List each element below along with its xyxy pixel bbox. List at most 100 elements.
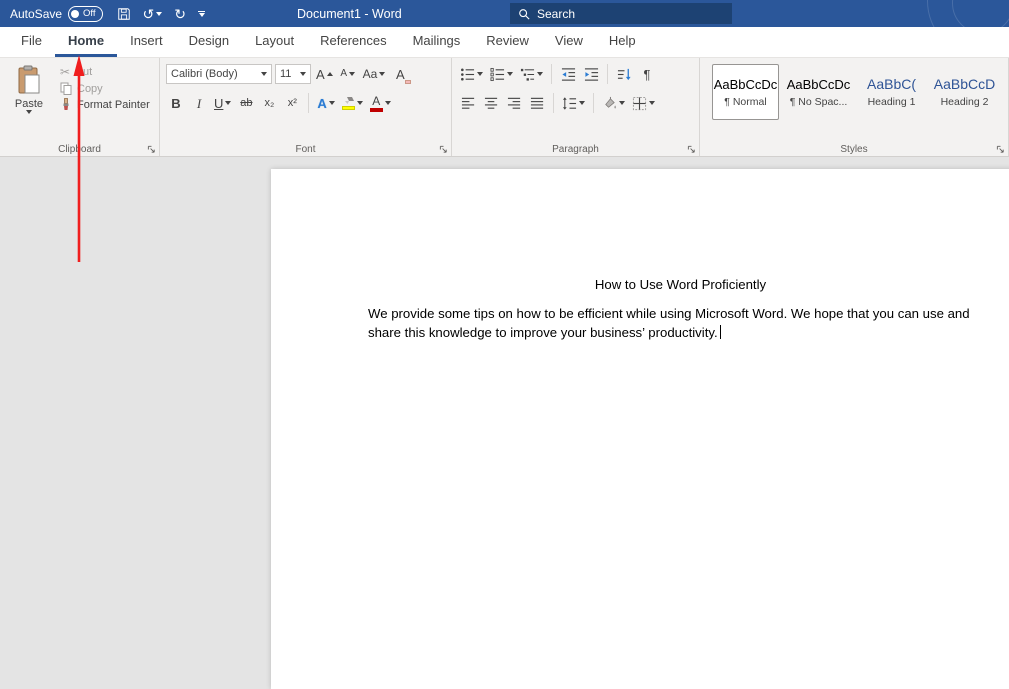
- paste-label: Paste: [15, 98, 43, 110]
- style-normal[interactable]: AaBbCcDc ¶ Normal: [712, 64, 779, 120]
- align-right-button[interactable]: [504, 92, 524, 114]
- autosave-toggle[interactable]: Off: [68, 6, 103, 22]
- styles-group-label: Styles: [700, 144, 1008, 155]
- superscript-button[interactable]: x²: [282, 92, 302, 114]
- underline-button[interactable]: U: [212, 92, 233, 114]
- sort-button[interactable]: [614, 63, 634, 85]
- styles-dialog-launcher[interactable]: [996, 145, 1005, 154]
- increase-indent-icon: [584, 67, 599, 82]
- subscript-icon: x₂: [265, 98, 275, 109]
- increase-indent-button[interactable]: [581, 63, 601, 85]
- style-heading-2[interactable]: AaBbCcD Heading 2: [931, 64, 998, 120]
- cut-button[interactable]: ✂ Cut: [60, 65, 150, 79]
- tab-home[interactable]: Home: [55, 27, 117, 57]
- paragraph-group-label: Paragraph: [452, 144, 699, 155]
- tab-references[interactable]: References: [307, 27, 399, 57]
- chevron-down-icon: [261, 72, 267, 76]
- multilevel-list-button[interactable]: [518, 63, 545, 85]
- caret-down-icon: [537, 72, 543, 76]
- tab-insert[interactable]: Insert: [117, 27, 176, 57]
- tab-design[interactable]: Design: [176, 27, 242, 57]
- style-no-spacing[interactable]: AaBbCcDc ¶ No Spac...: [785, 64, 852, 120]
- italic-icon: I: [197, 97, 201, 110]
- decrease-indent-button[interactable]: [558, 63, 578, 85]
- strikethrough-button[interactable]: ab: [236, 92, 256, 114]
- borders-button[interactable]: [630, 92, 657, 114]
- ribbon-tab-row: File Home Insert Design Layout Reference…: [0, 27, 1009, 58]
- font-name-combobox[interactable]: Calibri (Body): [166, 64, 272, 84]
- bullets-button[interactable]: [458, 63, 485, 85]
- tab-layout[interactable]: Layout: [242, 27, 307, 57]
- change-case-button[interactable]: Aa: [361, 63, 388, 85]
- caret-down-icon: [649, 101, 655, 105]
- divider: [593, 93, 594, 113]
- numbering-icon: [490, 67, 505, 82]
- dialog-launcher-icon: [439, 145, 448, 154]
- copy-label: Copy: [77, 83, 103, 95]
- search-placeholder: Search: [537, 7, 575, 21]
- undo-icon: ↺: [143, 7, 155, 21]
- tab-file[interactable]: File: [8, 27, 55, 57]
- style-preview: AaBbCcD: [934, 76, 995, 92]
- ribbon: Paste ✂ Cut Copy Format P: [0, 58, 1009, 157]
- title-bar: AutoSave Off ↺ ↻ Document1 - Word: [0, 0, 1009, 27]
- numbering-button[interactable]: [488, 63, 515, 85]
- search-input[interactable]: Search: [510, 3, 732, 24]
- caret-down-icon: [225, 101, 231, 105]
- caret-down-icon: [379, 72, 385, 76]
- paragraph-dialog-launcher[interactable]: [687, 145, 696, 154]
- format-painter-button[interactable]: Format Painter: [60, 98, 150, 111]
- tab-view[interactable]: View: [542, 27, 596, 57]
- highlight-color-button[interactable]: [340, 92, 365, 114]
- customize-quick-access-button[interactable]: [198, 11, 205, 17]
- show-formatting-marks-button[interactable]: ¶: [637, 63, 657, 85]
- tab-help[interactable]: Help: [596, 27, 649, 57]
- multilevel-list-icon: [520, 67, 535, 82]
- copy-button[interactable]: Copy: [60, 82, 150, 95]
- style-heading-1[interactable]: AaBbC( Heading 1: [858, 64, 925, 120]
- tab-mailings[interactable]: Mailings: [400, 27, 474, 57]
- paste-button[interactable]: Paste: [6, 63, 52, 140]
- subscript-button[interactable]: x₂: [259, 92, 279, 114]
- text-effects-button[interactable]: A: [315, 92, 336, 114]
- italic-button[interactable]: I: [189, 92, 209, 114]
- justify-button[interactable]: [527, 92, 547, 114]
- clipboard-group-label: Clipboard: [0, 144, 159, 155]
- font-size-combobox[interactable]: 11: [275, 64, 311, 84]
- superscript-icon: x²: [288, 98, 297, 109]
- sort-icon: [617, 67, 632, 82]
- format-painter-label: Format Painter: [77, 99, 150, 111]
- autosave-label: AutoSave: [10, 7, 62, 21]
- shrink-font-button[interactable]: A: [338, 63, 358, 85]
- cut-icon: ✂: [60, 65, 70, 79]
- clear-formatting-button[interactable]: A: [390, 63, 410, 85]
- toggle-knob-icon: [71, 10, 79, 18]
- undo-button[interactable]: ↺: [143, 7, 163, 21]
- align-center-button[interactable]: [481, 92, 501, 114]
- document-page[interactable]: How to Use Word Proficiently We provide …: [271, 169, 1009, 689]
- grow-font-button[interactable]: A: [314, 63, 335, 85]
- style-preview: AaBbCcDc: [787, 77, 851, 92]
- align-left-button[interactable]: [458, 92, 478, 114]
- divider: [607, 64, 608, 84]
- borders-icon: [632, 96, 647, 111]
- line-spacing-button[interactable]: [560, 92, 587, 114]
- redo-button[interactable]: ↻: [174, 7, 186, 21]
- font-color-icon: A: [370, 95, 383, 112]
- cut-label: Cut: [75, 66, 92, 78]
- save-button[interactable]: [117, 7, 131, 21]
- clipboard-dialog-launcher[interactable]: [147, 145, 156, 154]
- font-color-button[interactable]: A: [368, 92, 393, 114]
- font-dialog-launcher[interactable]: [439, 145, 448, 154]
- paste-dropdown-icon: [26, 110, 32, 114]
- shading-button[interactable]: [600, 92, 627, 114]
- grow-font-icon: A: [316, 68, 325, 81]
- caret-down-icon: [579, 101, 585, 105]
- dialog-launcher-icon: [147, 145, 156, 154]
- undo-dropdown-icon: [156, 12, 162, 16]
- search-icon: [518, 8, 530, 20]
- bold-button[interactable]: B: [166, 92, 186, 114]
- tab-review[interactable]: Review: [473, 27, 542, 57]
- align-center-icon: [484, 96, 499, 111]
- caret-down-icon: [507, 72, 513, 76]
